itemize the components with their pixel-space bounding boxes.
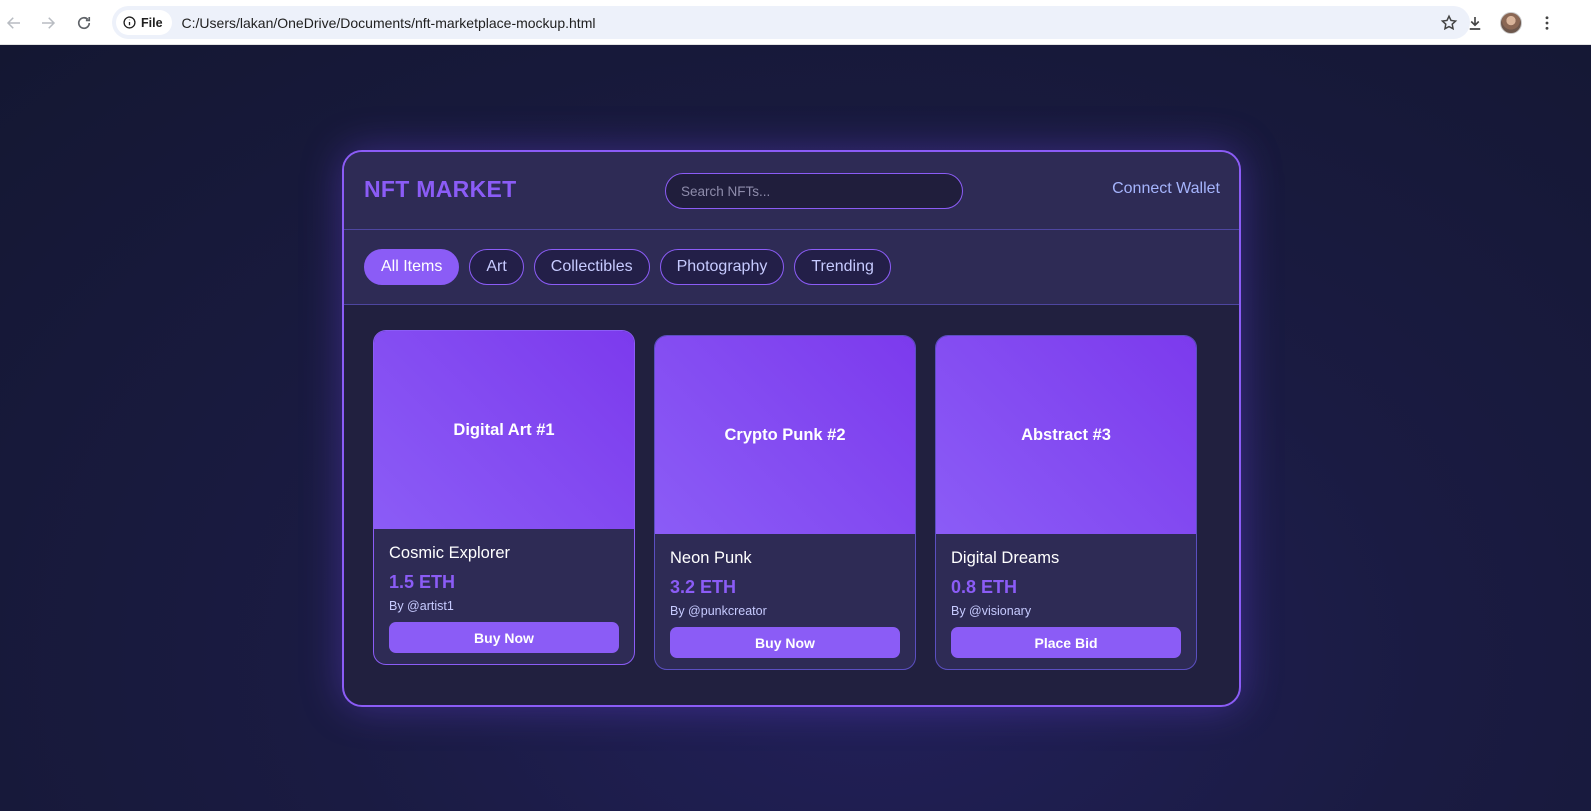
- nft-card-body: Neon Punk 3.2 ETH By @punkcreator Buy No…: [655, 534, 915, 658]
- back-button[interactable]: [0, 9, 28, 37]
- info-icon: [123, 16, 136, 29]
- filter-art[interactable]: Art: [469, 249, 524, 285]
- nft-price: 0.8 ETH: [951, 577, 1018, 597]
- reload-button[interactable]: [70, 9, 98, 37]
- nft-grid: Digital Art #1 Cosmic Explorer 1.5 ETH B…: [344, 305, 1239, 705]
- buy-now-button[interactable]: Buy Now: [670, 627, 900, 658]
- profile-button[interactable]: [1496, 8, 1526, 38]
- reload-icon: [77, 16, 91, 30]
- nft-title: Cosmic Explorer: [389, 544, 511, 562]
- nft-title: Digital Dreams: [951, 549, 1060, 567]
- star-icon: [1440, 14, 1458, 30]
- file-chip-label: File: [141, 15, 163, 30]
- arrow-right-icon: [42, 17, 56, 29]
- more-vertical-icon: [1545, 16, 1549, 30]
- marketplace-panel: NFT MARKET Connect Wallet All Items Art …: [342, 150, 1241, 707]
- nft-creator: By @punkcreator: [670, 604, 767, 618]
- menu-button[interactable]: [1532, 8, 1562, 38]
- logo: NFT MARKET: [364, 176, 517, 202]
- place-bid-button[interactable]: Place Bid: [951, 627, 1181, 658]
- nft-image[interactable]: Abstract #3: [936, 336, 1196, 534]
- browser-toolbar: File C:/Users/lakan/OneDrive/Documents/n…: [0, 0, 1591, 45]
- nft-price: 3.2 ETH: [670, 577, 737, 597]
- search-input[interactable]: [665, 173, 963, 209]
- nft-creator: By @visionary: [951, 604, 1032, 618]
- nft-card[interactable]: Abstract #3 Digital Dreams 0.8 ETH By @v…: [935, 335, 1197, 670]
- nft-image[interactable]: Digital Art #1: [374, 331, 634, 529]
- forward-button[interactable]: [34, 9, 62, 37]
- category-filters: All Items Art Collectibles Photography T…: [344, 230, 1239, 305]
- url-text[interactable]: C:/Users/lakan/OneDrive/Documents/nft-ma…: [182, 15, 1434, 31]
- filter-all-items[interactable]: All Items: [364, 249, 460, 285]
- arrow-left-icon: [6, 17, 20, 29]
- nft-creator: By @artist1: [389, 599, 454, 613]
- buy-now-button[interactable]: Buy Now: [389, 622, 619, 653]
- market-header: NFT MARKET Connect Wallet: [344, 152, 1239, 230]
- nft-price: 1.5 ETH: [389, 572, 456, 592]
- filter-photography[interactable]: Photography: [659, 249, 785, 285]
- nft-title: Neon Punk: [670, 549, 752, 567]
- connect-wallet-link[interactable]: Connect Wallet: [1112, 180, 1220, 198]
- nft-card-body: Cosmic Explorer 1.5 ETH By @artist1 Buy …: [374, 529, 634, 653]
- nft-card[interactable]: Crypto Punk #2 Neon Punk 3.2 ETH By @pun…: [654, 335, 916, 670]
- nft-card-body: Digital Dreams 0.8 ETH By @visionary Pla…: [936, 534, 1196, 658]
- filter-trending[interactable]: Trending: [794, 249, 891, 285]
- nft-card[interactable]: Digital Art #1 Cosmic Explorer 1.5 ETH B…: [373, 330, 635, 665]
- avatar: [1500, 12, 1522, 34]
- downloads-button[interactable]: [1460, 8, 1490, 38]
- address-bar[interactable]: File C:/Users/lakan/OneDrive/Documents/n…: [112, 6, 1470, 39]
- nft-image[interactable]: Crypto Punk #2: [655, 336, 915, 534]
- site-info-chip[interactable]: File: [116, 10, 172, 35]
- filter-collectibles[interactable]: Collectibles: [533, 249, 650, 285]
- download-icon: [1469, 17, 1481, 30]
